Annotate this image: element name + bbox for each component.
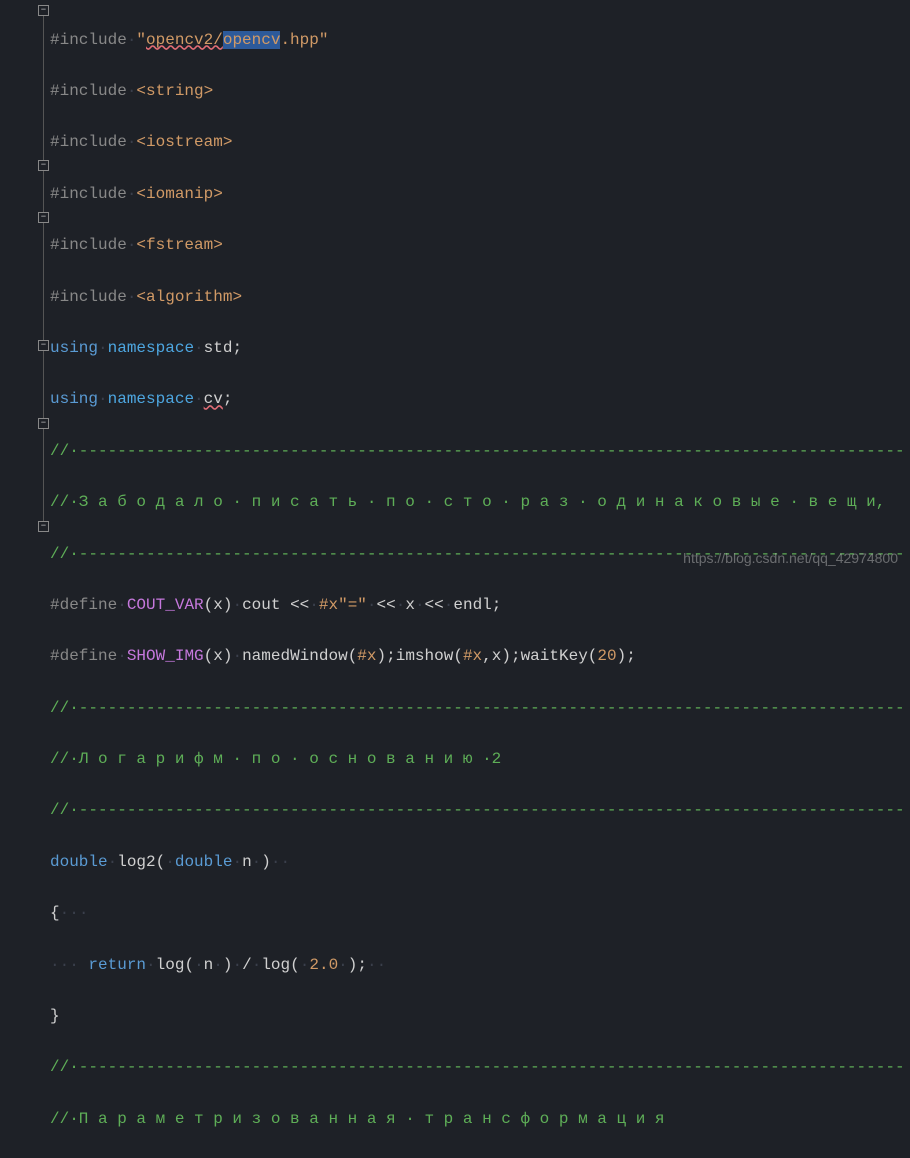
comment: //·-------------------------------------…: [50, 801, 905, 819]
keyword: return: [88, 956, 146, 974]
macro-name: SHOW_IMG: [127, 647, 204, 665]
code-line[interactable]: using·namespace·cv;: [50, 387, 910, 413]
code-line[interactable]: //·Л о г а р и ф м · п о · о с н о в а н…: [50, 747, 910, 773]
code-line[interactable]: #include·<string>: [50, 79, 910, 105]
code-area[interactable]: #include·"opencv2/opencv.hpp" #include·<…: [50, 0, 910, 579]
fold-guide: [43, 16, 44, 160]
watermark: https://blog.csdn.net/qq_42974800: [683, 547, 898, 569]
fold-guide: [43, 223, 44, 340]
include-path: <iomanip>: [136, 185, 222, 203]
keyword: double: [50, 853, 108, 871]
code-line[interactable]: }: [50, 1004, 910, 1030]
include-path: opencv2/: [146, 31, 223, 49]
comment: //·-------------------------------------…: [50, 442, 905, 460]
code-line[interactable]: #define·COUT_VAR(x)·cout <<·#x"="·<<·x·<…: [50, 593, 910, 619]
include-path: <string>: [136, 82, 213, 100]
include-path: <fstream>: [136, 236, 222, 254]
keyword: namespace: [108, 339, 194, 357]
fold-icon[interactable]: −: [38, 340, 49, 351]
code-line[interactable]: #include·<fstream>: [50, 233, 910, 259]
code-line[interactable]: #include·<algorithm>: [50, 285, 910, 311]
macro-name: COUT_VAR: [127, 596, 204, 614]
fold-guide: [43, 429, 44, 521]
code-line[interactable]: #define·SHOW_IMG(x)·namedWindow(#x);imsh…: [50, 644, 910, 670]
code-line[interactable]: #include·<iostream>: [50, 130, 910, 156]
comment: //·Л о г а р и ф м · п о · о с н о в а н…: [50, 750, 492, 768]
include-path: <iostream>: [136, 133, 232, 151]
code-editor[interactable]: − − − − − − #include·"opencv2/opencv.hpp…: [0, 0, 910, 579]
fold-icon[interactable]: −: [38, 5, 49, 16]
code-line[interactable]: ··· return·log(·n·)·/·log(·2.0·);··: [50, 953, 910, 979]
comment: //·З а б о д а л о · п и с а т ь · п о ·…: [50, 493, 885, 511]
code-line[interactable]: //·-------------------------------------…: [50, 1055, 910, 1081]
preproc: #include: [50, 31, 127, 49]
code-line[interactable]: #include·"opencv2/opencv.hpp": [50, 28, 910, 54]
comment: //·-------------------------------------…: [50, 699, 905, 717]
fold-icon[interactable]: −: [38, 521, 49, 532]
fold-icon[interactable]: −: [38, 418, 49, 429]
fold-guide: [43, 171, 44, 212]
code-line[interactable]: {···: [50, 901, 910, 927]
comment: //·-------------------------------------…: [50, 1058, 905, 1076]
code-line[interactable]: using·namespace·std;: [50, 336, 910, 362]
code-line[interactable]: //·-------------------------------------…: [50, 439, 910, 465]
code-line[interactable]: //·-------------------------------------…: [50, 696, 910, 722]
fold-guide: [43, 351, 44, 418]
fold-icon[interactable]: −: [38, 212, 49, 223]
code-line[interactable]: #include·<iomanip>: [50, 182, 910, 208]
selection: opencv: [223, 31, 281, 49]
code-line[interactable]: //·З а б о д а л о · п и с а т ь · п о ·…: [50, 490, 910, 516]
fold-icon[interactable]: −: [38, 160, 49, 171]
gutter: − − − − − −: [0, 0, 50, 579]
code-line[interactable]: //·П а р а м е т р и з о в а н н а я · т…: [50, 1107, 910, 1133]
code-line[interactable]: //·-------------------------------------…: [50, 798, 910, 824]
include-path: <algorithm>: [136, 288, 242, 306]
code-line[interactable]: double·log2(·double·n·)··: [50, 850, 910, 876]
comment: //·П а р а м е т р и з о в а н н а я · т…: [50, 1110, 665, 1128]
keyword: using: [50, 339, 98, 357]
func-name: log2: [117, 853, 155, 871]
